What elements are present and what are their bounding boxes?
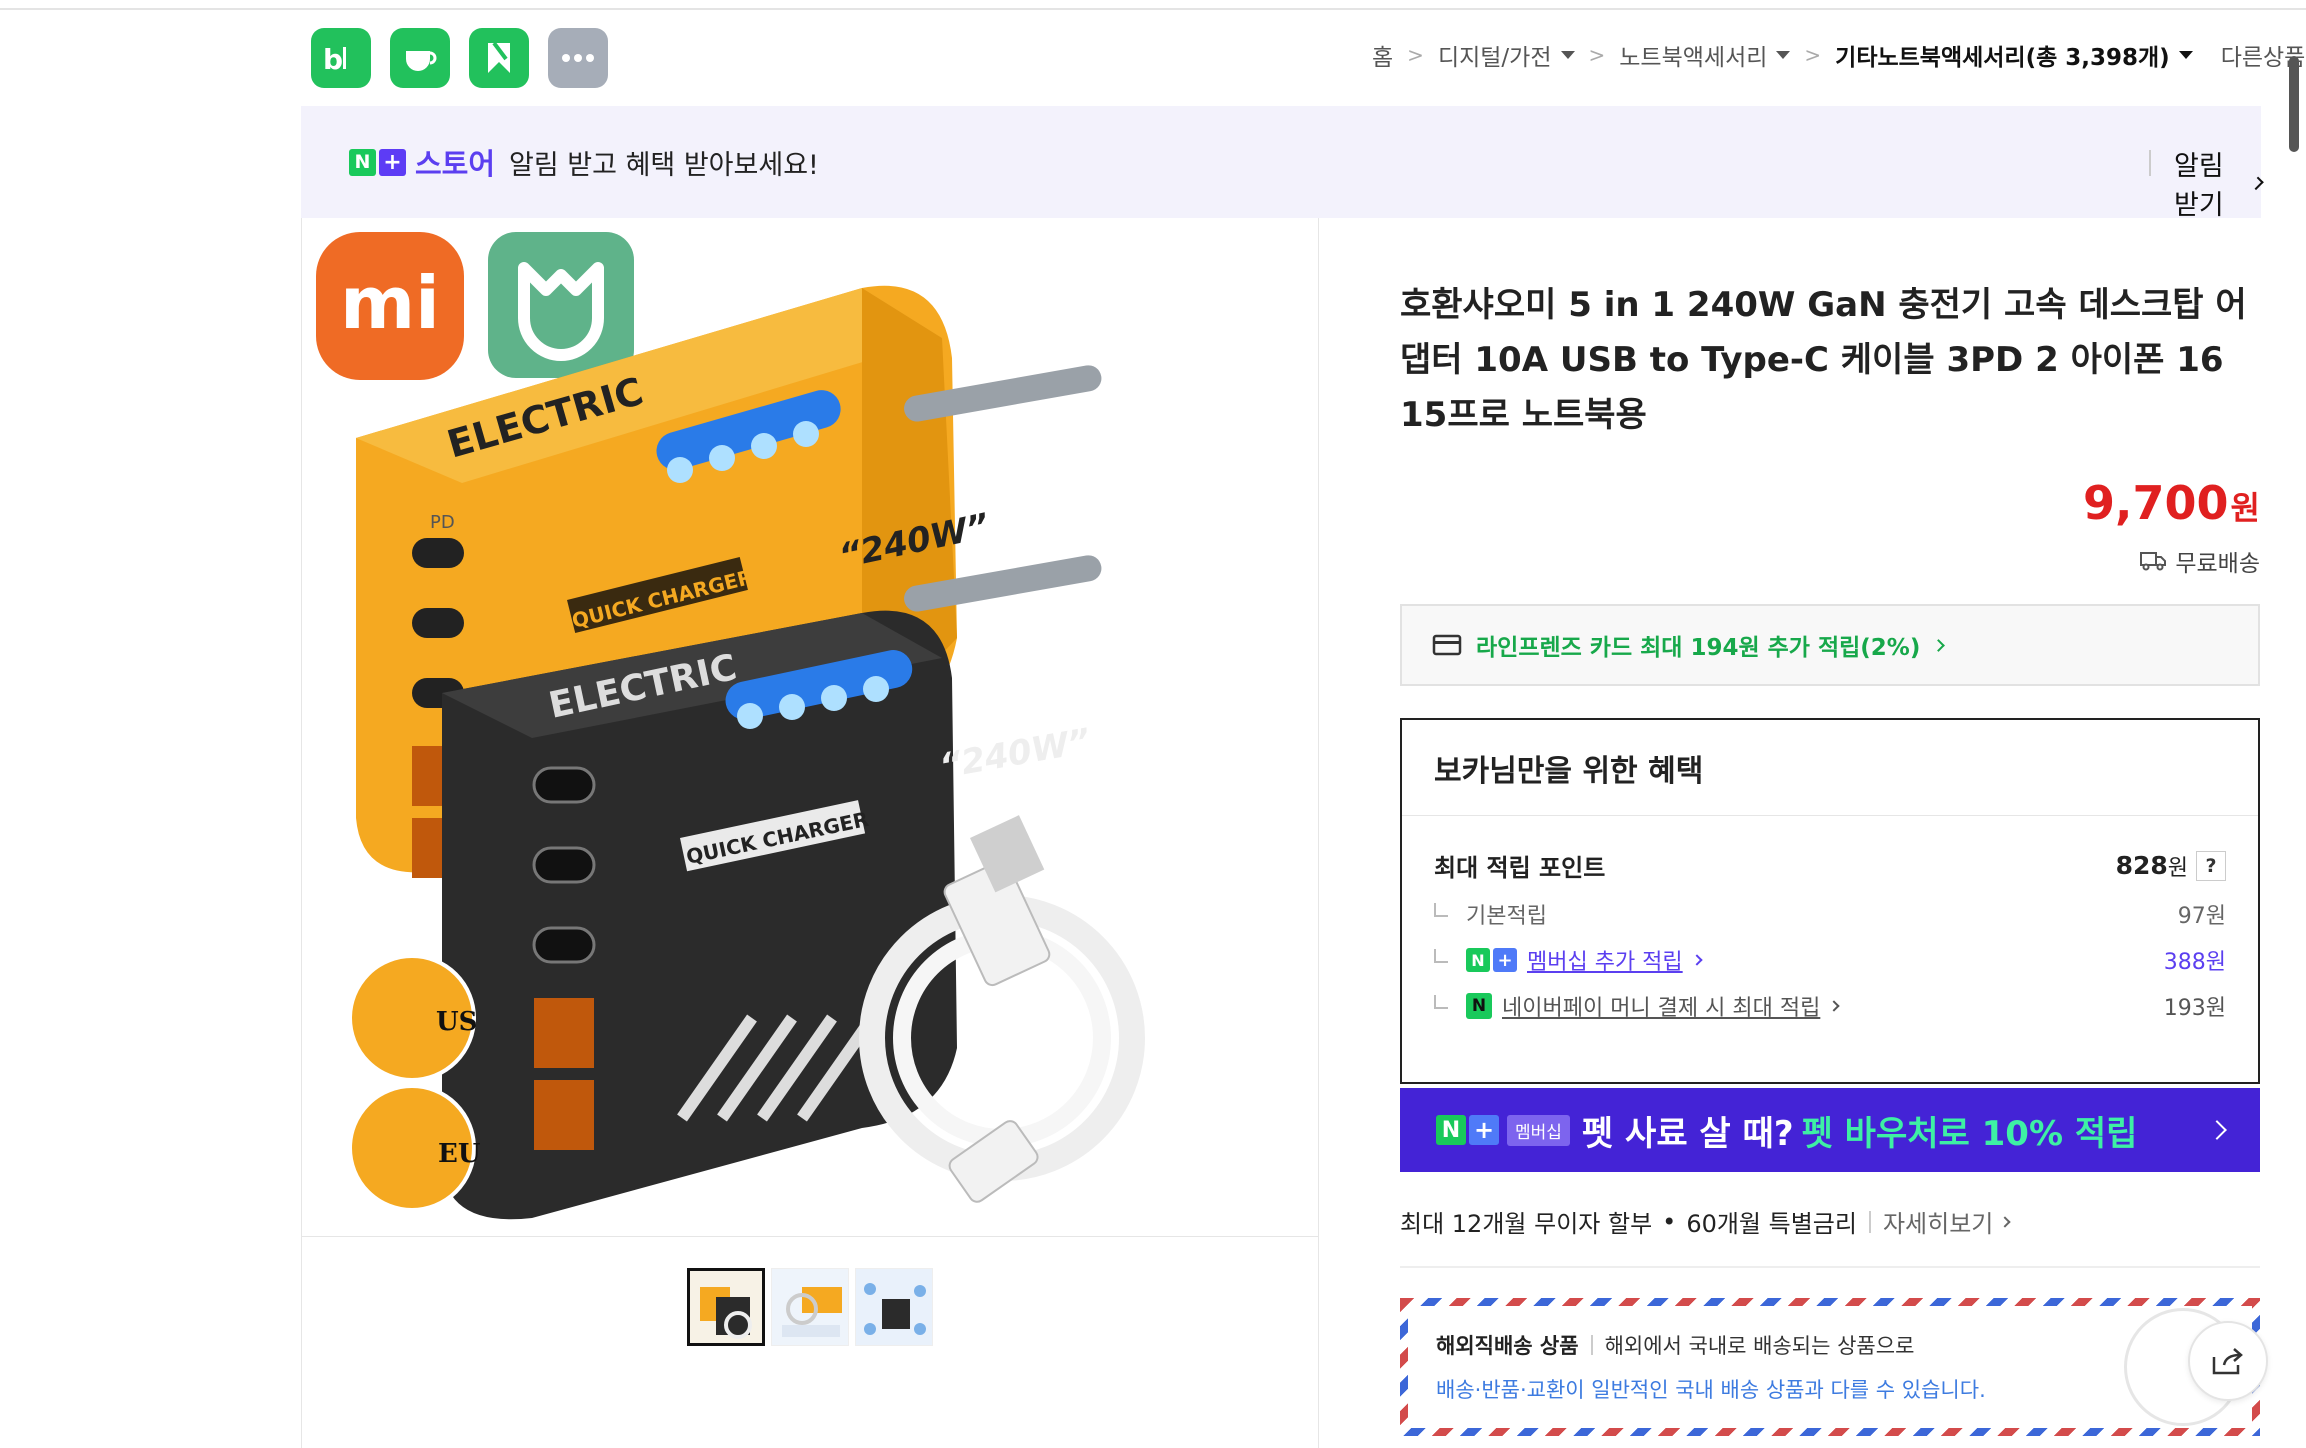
tree-elbow-icon bbox=[1434, 995, 1448, 1009]
thumbnail-list bbox=[687, 1268, 933, 1346]
n-logo-icon: N bbox=[349, 148, 376, 176]
thumbnail-2[interactable] bbox=[771, 1268, 849, 1346]
installment-text-2: 60개월 특별금리 bbox=[1686, 1210, 1857, 1238]
breadcrumb: 홈 > 디지털/가전 > 노트북액세서리 > 기타노트북액세서리(총 3,398… bbox=[1372, 38, 2306, 72]
help-icon[interactable]: ? bbox=[2196, 850, 2226, 881]
port-pd-label: PD bbox=[430, 512, 455, 533]
scrollbar-thumb[interactable] bbox=[2289, 56, 2299, 152]
basic-points-label: 기본적립 bbox=[1466, 904, 1547, 929]
membership-promo-banner[interactable]: N + 멤버십 펫 사료 살 때? 펫 바우처로 10% 적립 bbox=[1400, 1088, 2260, 1172]
membership-tag: 멤버십 bbox=[1507, 1114, 1570, 1146]
plus-logo-icon: + bbox=[379, 148, 406, 176]
tree-elbow-icon bbox=[1434, 903, 1448, 917]
membership-points-value: 388원 bbox=[2163, 950, 2226, 975]
cafe-app-icon[interactable] bbox=[390, 28, 450, 88]
card-offer-text: 라인프렌즈 카드 최대 194원 추가 적립(2%) bbox=[1476, 635, 1921, 661]
installment-info: 최대 12개월 무이자 할부 • 60개월 특별금리 자세히보기 bbox=[1400, 1204, 2012, 1239]
breadcrumb-notebook-accessory[interactable]: 노트북액세서리 bbox=[1619, 38, 1791, 72]
benefit-title: 보카님만을 위한 혜택 bbox=[1402, 720, 2258, 816]
price-value: 9,700 bbox=[2083, 476, 2229, 530]
membership-points-row: N + 멤버십 추가 적립 388원 bbox=[1434, 944, 2226, 976]
overseas-divider bbox=[1590, 1335, 1593, 1355]
benefit-box: 보카님만을 위한 혜택 최대 적립 포인트 828 원 ? 기본적립 97원 N… bbox=[1400, 718, 2260, 1084]
overseas-shipping-notice: 해외직배송 상품 해외에서 국내로 배송되는 상품으로 배송·반품·교환이 일반적… bbox=[1400, 1298, 2260, 1436]
installment-details-link[interactable]: 자세히보기 bbox=[1883, 1204, 2012, 1239]
installment-text-1: 최대 12개월 무이자 할부 bbox=[1400, 1210, 1653, 1238]
svg-text:b: b bbox=[323, 43, 343, 73]
caret-down-icon bbox=[1560, 51, 1575, 59]
promo-text: 펫 사료 살 때? bbox=[1581, 1113, 1794, 1154]
breadcrumb-digital[interactable]: 디지털/가전 bbox=[1438, 38, 1575, 72]
app-icons: b bbox=[311, 28, 608, 88]
basic-points-value: 97원 bbox=[2177, 904, 2226, 929]
share-button[interactable] bbox=[2188, 1321, 2268, 1401]
alarm-label: 알림받기 bbox=[2174, 151, 2224, 221]
nplus-logo: N + bbox=[1436, 1115, 1499, 1145]
breadcrumb-current-category[interactable]: 기타노트북액세서리(총 3,398개) bbox=[1835, 38, 2193, 72]
promo-highlight: 펫 바우처로 10% 적립 bbox=[1801, 1113, 2138, 1154]
naver-pay-icon: N bbox=[1466, 993, 1492, 1019]
installment-dot: • bbox=[1662, 1207, 1677, 1236]
overseas-note: 배송·반품·교환이 일반적인 국내 배송 상품과 다를 수 있습니다. bbox=[1436, 1378, 1986, 1402]
credit-card-icon bbox=[1432, 634, 1462, 656]
npay-points-value: 193원 bbox=[2163, 996, 2226, 1021]
overseas-desc: 해외에서 국내로 배송되는 상품으로 bbox=[1604, 1334, 1915, 1358]
store-alarm-banner: N + 스토어 알림 받고 혜택 받아보세요! 알림받기 bbox=[301, 106, 2264, 221]
chevron-right-icon bbox=[1999, 1215, 2012, 1228]
card-offer-banner[interactable]: 라인프렌즈 카드 최대 194원 추가 적립(2%) bbox=[1400, 604, 2260, 686]
top-divider bbox=[0, 8, 2306, 10]
price-unit: 원 bbox=[2230, 489, 2260, 527]
eu-plug-label: EU bbox=[438, 1139, 481, 1169]
banner-divider bbox=[2149, 150, 2151, 176]
max-points-row: 최대 적립 포인트 828 원 ? bbox=[1434, 848, 2226, 883]
image-divider bbox=[302, 1236, 1318, 1237]
breadcrumb-separator: > bbox=[1588, 43, 1606, 67]
us-plug-label: US bbox=[436, 1007, 477, 1037]
nplus-membership-icon: N + bbox=[1466, 948, 1517, 972]
caret-down-icon bbox=[2178, 51, 2193, 59]
product-title: 호환샤오미 5 in 1 240W GaN 충전기 고속 데스크탑 어댑터 10… bbox=[1400, 285, 2247, 435]
caret-down-icon bbox=[1776, 51, 1791, 59]
shipping-info: 무료배송 bbox=[2139, 544, 2260, 578]
max-points-label: 최대 적립 포인트 bbox=[1434, 854, 1606, 882]
section-divider bbox=[1400, 1266, 2260, 1268]
chevron-right-icon bbox=[2207, 1120, 2227, 1140]
tree-elbow-icon bbox=[1434, 949, 1448, 963]
more-apps-icon[interactable] bbox=[548, 28, 608, 88]
thumbnail-3[interactable] bbox=[855, 1268, 933, 1346]
basic-points-row: 기본적립 97원 bbox=[1434, 898, 2226, 930]
product-image-panel: mi ELECTRIC “240W” QUICK CHARGER PD ELEC… bbox=[301, 218, 1319, 1448]
chevron-right-icon bbox=[1691, 954, 1703, 966]
max-points-unit: 원 bbox=[2167, 855, 2188, 881]
breadcrumb-home[interactable]: 홈 bbox=[1372, 38, 1393, 72]
bookmark-app-icon[interactable] bbox=[469, 28, 529, 88]
mi-logo-text: mi bbox=[340, 261, 440, 345]
store-label: 스토어 bbox=[415, 147, 496, 181]
blog-app-icon[interactable]: b bbox=[311, 28, 371, 88]
membership-points-link[interactable]: 멤버십 추가 적립 bbox=[1527, 944, 1683, 976]
npay-points-link[interactable]: 네이버페이 머니 결제 시 최대 적립 bbox=[1502, 990, 1820, 1022]
chevron-right-icon bbox=[2249, 176, 2264, 190]
truck-icon bbox=[2140, 552, 2167, 571]
product-price: 9,700 원 bbox=[2083, 476, 2260, 530]
breadcrumb-separator: > bbox=[1407, 43, 1424, 67]
banner-message: 알림 받고 혜택 받아보세요! bbox=[509, 149, 819, 181]
overseas-title: 해외직배송 상품 bbox=[1436, 1334, 1579, 1358]
thumbnail-1[interactable] bbox=[687, 1268, 765, 1346]
chevron-right-icon bbox=[1932, 638, 1946, 652]
share-icon bbox=[2212, 1348, 2243, 1375]
nplus-logo: N + bbox=[349, 148, 406, 176]
npay-points-row: N 네이버페이 머니 결제 시 최대 적립 193원 bbox=[1434, 990, 2226, 1022]
breadcrumb-separator: > bbox=[1804, 43, 1822, 67]
chevron-right-icon bbox=[1828, 1000, 1840, 1012]
shipping-label: 무료배송 bbox=[2175, 551, 2260, 577]
installment-divider bbox=[1868, 1210, 1871, 1233]
alarm-subscribe-button[interactable]: 알림받기 bbox=[2174, 144, 2264, 222]
max-points-value: 828 bbox=[2115, 851, 2168, 880]
product-main-image[interactable]: mi ELECTRIC “240W” QUICK CHARGER PD ELEC… bbox=[302, 218, 1318, 1236]
watt-text-black: “240W” bbox=[937, 721, 1094, 787]
